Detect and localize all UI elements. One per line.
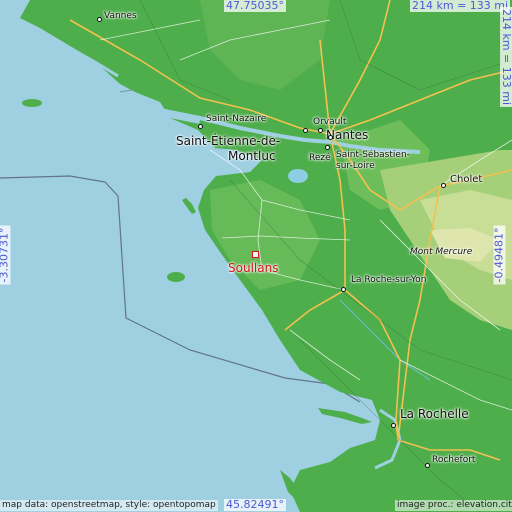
place-label-saint-nazaire: Saint-Nazaire (206, 114, 267, 124)
city-dot-orvault (318, 128, 323, 133)
city-dot-saint-etienne (303, 128, 308, 133)
place-label-saint-sebastien-line2: sur-Loire (336, 161, 375, 171)
city-dot-la-rochelle (391, 423, 396, 428)
city-dot-rochefort (425, 463, 430, 468)
city-dot-saint-nazaire (198, 124, 203, 129)
place-label-reze: Rezé (309, 153, 331, 163)
place-label-orvault: Orvault (313, 117, 347, 127)
coord-bottom-latitude: 45.82491° (224, 498, 286, 511)
attribution-left: map data: openstreetmap, style: opentopo… (0, 500, 218, 511)
city-dot-vannes (97, 17, 102, 22)
place-label-la-rochelle: La Rochelle (400, 407, 469, 421)
focus-place-label: Soullans (228, 261, 279, 275)
city-dot-nantes (328, 135, 333, 140)
place-label-rochefort: Rochefort (432, 455, 476, 465)
place-label-vannes: Vannes (104, 11, 137, 21)
city-dot-cholet (441, 183, 446, 188)
elevation-map: Vannes Saint-Nazaire Orvault Nantes Sain… (0, 0, 512, 512)
place-label-saint-sebastien-line1: Saint-Sébastien- (336, 150, 410, 160)
coord-right-longitude: -0.49481° (492, 225, 506, 285)
coord-left-longitude: -3.30731° (0, 225, 11, 285)
place-label-mont-mercure: Mont Mercure (410, 247, 473, 257)
place-label-saint-etienne-line2: Montluc (228, 149, 276, 163)
attribution-right: image proc.: elevation.city (395, 500, 512, 511)
coord-top-latitude: 47.75035° (224, 0, 286, 12)
place-label-la-roche-sur-yon: La Roche-sur-Yon (351, 275, 427, 285)
scale-horizontal: 214 km = 133 mi (410, 0, 511, 12)
scale-vertical: 214 km = 133 mi (500, 6, 512, 108)
place-label-saint-etienne-line1: Saint-Étienne-de- (176, 134, 281, 148)
place-label-cholet: Cholet (450, 174, 483, 185)
location-marker-icon (252, 251, 259, 258)
city-dot-reze (325, 145, 330, 150)
city-dot-la-roche-sur-yon (341, 287, 346, 292)
